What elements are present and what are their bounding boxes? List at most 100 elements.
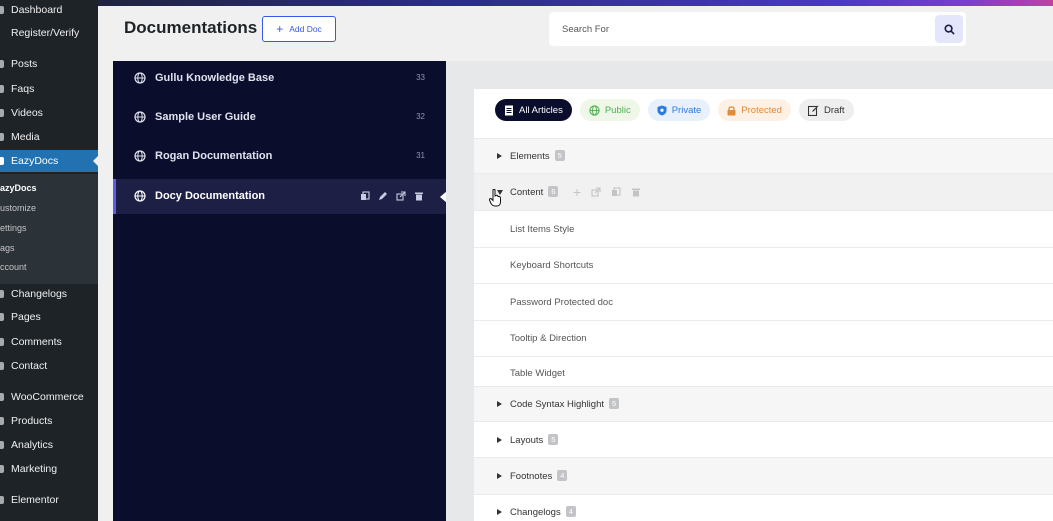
article-row[interactable]: Keyboard Shortcuts <box>474 248 1053 284</box>
wp-menu-analytics[interactable]: Analytics <box>0 434 98 456</box>
search-icon <box>943 23 955 35</box>
article-row[interactable]: Password Protected doc <box>474 284 1053 321</box>
wp-menu-posts[interactable]: Posts <box>0 53 98 75</box>
count-badge: 5 <box>554 150 565 161</box>
wp-submenu-tags[interactable]: ags <box>0 243 15 253</box>
doc-item[interactable]: Gullu Knowledge Base 33 <box>113 61 446 96</box>
wp-menu-faqs[interactable]: Faqs <box>0 78 98 100</box>
elementor-icon <box>0 496 4 504</box>
wp-admin-sidebar: Dashboard Register/Verify Posts Faqs Vid… <box>0 0 98 521</box>
section-row-code-syntax[interactable]: Code Syntax Highlight 5 <box>474 386 1053 422</box>
comments-icon <box>0 338 4 346</box>
search-button[interactable] <box>935 15 963 43</box>
pages-icon <box>0 313 4 321</box>
doc-count: 32 <box>416 112 425 121</box>
changelogs-icon <box>0 290 4 298</box>
add-child-icon[interactable]: + <box>573 185 581 199</box>
doc-item[interactable]: Sample User Guide 32 <box>113 100 446 135</box>
filter-protected[interactable]: Protected <box>718 99 791 121</box>
caret-right-icon[interactable] <box>497 401 502 407</box>
doc-name: Gullu Knowledge Base <box>155 72 275 84</box>
wp-menu-media[interactable]: Media <box>0 126 98 148</box>
doc-count: 31 <box>416 151 425 160</box>
filter-public[interactable]: Public <box>579 99 640 121</box>
wp-submenu-account[interactable]: ccount <box>0 262 27 272</box>
trash-icon[interactable] <box>414 191 424 201</box>
copy-icon[interactable] <box>611 187 621 197</box>
page-title: Documentations <box>124 18 258 37</box>
faqs-icon <box>0 85 4 93</box>
article-filters: All Articles Public Private Protected Dr… <box>495 99 854 121</box>
caret-right-icon[interactable] <box>497 436 502 443</box>
posts-icon <box>0 60 4 68</box>
analytics-icon <box>0 441 4 449</box>
globe-icon <box>134 111 146 123</box>
doc-actions <box>360 191 424 201</box>
doc-item-active[interactable]: Docy Documentation <box>113 179 446 214</box>
media-icon <box>0 133 4 141</box>
article-row[interactable]: Tooltip & Direction <box>474 321 1053 357</box>
wp-menu-comments[interactable]: Comments <box>0 331 98 353</box>
caret-right-icon[interactable] <box>497 473 502 479</box>
plus-icon: + <box>276 22 284 36</box>
videos-icon <box>0 109 4 117</box>
wp-menu-videos[interactable]: Videos <box>0 102 98 124</box>
doc-item[interactable]: Rogan Documentation 31 <box>113 139 446 174</box>
count-badge: 5 <box>548 433 559 445</box>
wp-menu-dashboard[interactable]: Dashboard <box>0 0 98 21</box>
admin-top-bar <box>0 0 1053 6</box>
doc-name: Docy Documentation <box>155 190 266 202</box>
wp-menu-elementor[interactable]: Elementor <box>0 489 98 511</box>
products-icon <box>0 417 4 425</box>
section-actions: + <box>573 185 641 199</box>
trash-icon[interactable] <box>631 187 641 197</box>
wp-menu-pages[interactable]: Pages <box>0 306 98 328</box>
search-input[interactable] <box>549 12 929 46</box>
section-row-footnotes[interactable]: Footnotes 4 <box>474 458 1053 495</box>
section-row-layouts[interactable]: Layouts 5 <box>474 422 1053 458</box>
external-link-icon[interactable] <box>591 187 601 197</box>
article-row[interactable]: Table Widget <box>474 357 1053 386</box>
woocommerce-icon <box>0 393 4 401</box>
globe-icon <box>134 150 146 162</box>
section-row-changelogs[interactable]: Changelogs 4 <box>474 495 1053 521</box>
wp-submenu-customize[interactable]: ustomize <box>0 203 36 213</box>
filter-draft[interactable]: Draft <box>798 99 854 121</box>
article-row[interactable]: List Items Style <box>474 211 1053 248</box>
eazydocs-icon <box>0 157 4 165</box>
caret-right-icon[interactable] <box>497 509 502 515</box>
doc-name: Rogan Documentation <box>155 150 273 162</box>
wp-menu-woocommerce[interactable]: WooCommerce <box>0 386 98 408</box>
section-row-elements[interactable]: Elements 5 <box>474 138 1053 174</box>
doc-count: 33 <box>416 73 425 82</box>
edit-icon[interactable] <box>378 191 388 201</box>
hand-cursor-icon <box>489 189 501 207</box>
draft-icon <box>807 105 819 116</box>
wp-menu-changelogs[interactable]: Changelogs <box>0 283 98 305</box>
marketing-icon <box>0 465 4 473</box>
count-badge: 4 <box>557 470 568 481</box>
wp-menu-products[interactable]: Products <box>0 410 98 432</box>
shield-icon <box>657 105 667 115</box>
wp-menu-register[interactable]: Register/Verify <box>0 22 98 44</box>
document-icon <box>505 105 513 115</box>
doc-name: Sample User Guide <box>155 111 256 123</box>
external-link-icon[interactable] <box>396 191 406 201</box>
count-badge: 4 <box>565 506 576 517</box>
wp-menu-contact[interactable]: Contact <box>0 355 98 377</box>
copy-icon[interactable] <box>360 191 370 201</box>
wp-menu-marketing[interactable]: Marketing <box>0 458 98 480</box>
caret-right-icon[interactable] <box>497 153 502 159</box>
wp-submenu-settings[interactable]: ettings <box>0 223 27 233</box>
filter-private[interactable]: Private <box>647 99 711 121</box>
wp-menu-eazydocs[interactable]: EazyDocs <box>0 150 98 172</box>
section-row-content[interactable]: Content 6 + <box>474 174 1053 211</box>
globe-icon <box>134 190 146 202</box>
filter-all-articles[interactable]: All Articles <box>495 99 572 121</box>
count-badge: 5 <box>609 398 620 409</box>
add-doc-button[interactable]: + Add Doc <box>262 16 336 42</box>
lock-icon <box>727 105 736 115</box>
globe-icon <box>134 72 146 84</box>
wp-submenu-eazydocs[interactable]: azyDocs <box>0 183 37 193</box>
search-box <box>549 12 966 46</box>
